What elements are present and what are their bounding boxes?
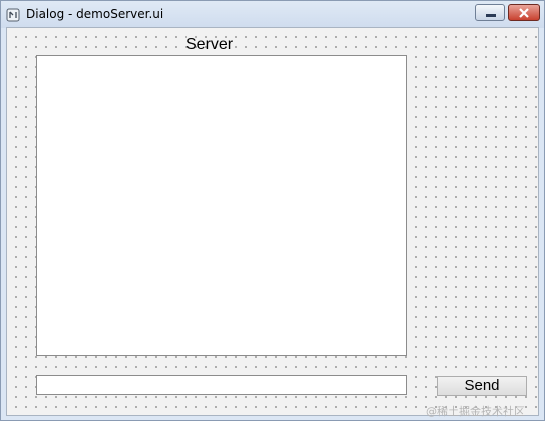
minimize-icon (486, 14, 496, 17)
window-title: Dialog - demoServer.ui (26, 7, 164, 21)
send-button[interactable]: Send (437, 376, 527, 396)
close-icon (519, 8, 529, 18)
server-label: Server (186, 36, 234, 53)
server-message-list[interactable] (36, 55, 407, 356)
watermark: @稀土掘金技术社区 (426, 405, 525, 418)
minimize-button[interactable] (475, 4, 505, 21)
qt-designer-icon (6, 7, 20, 22)
message-input[interactable] (36, 375, 407, 395)
dialog-window: Dialog - demoServer.ui Server Send @稀土掘金… (0, 0, 545, 421)
form-canvas: Server Send (6, 27, 539, 416)
close-button[interactable] (508, 4, 540, 21)
title-bar[interactable]: Dialog - demoServer.ui (1, 1, 544, 28)
